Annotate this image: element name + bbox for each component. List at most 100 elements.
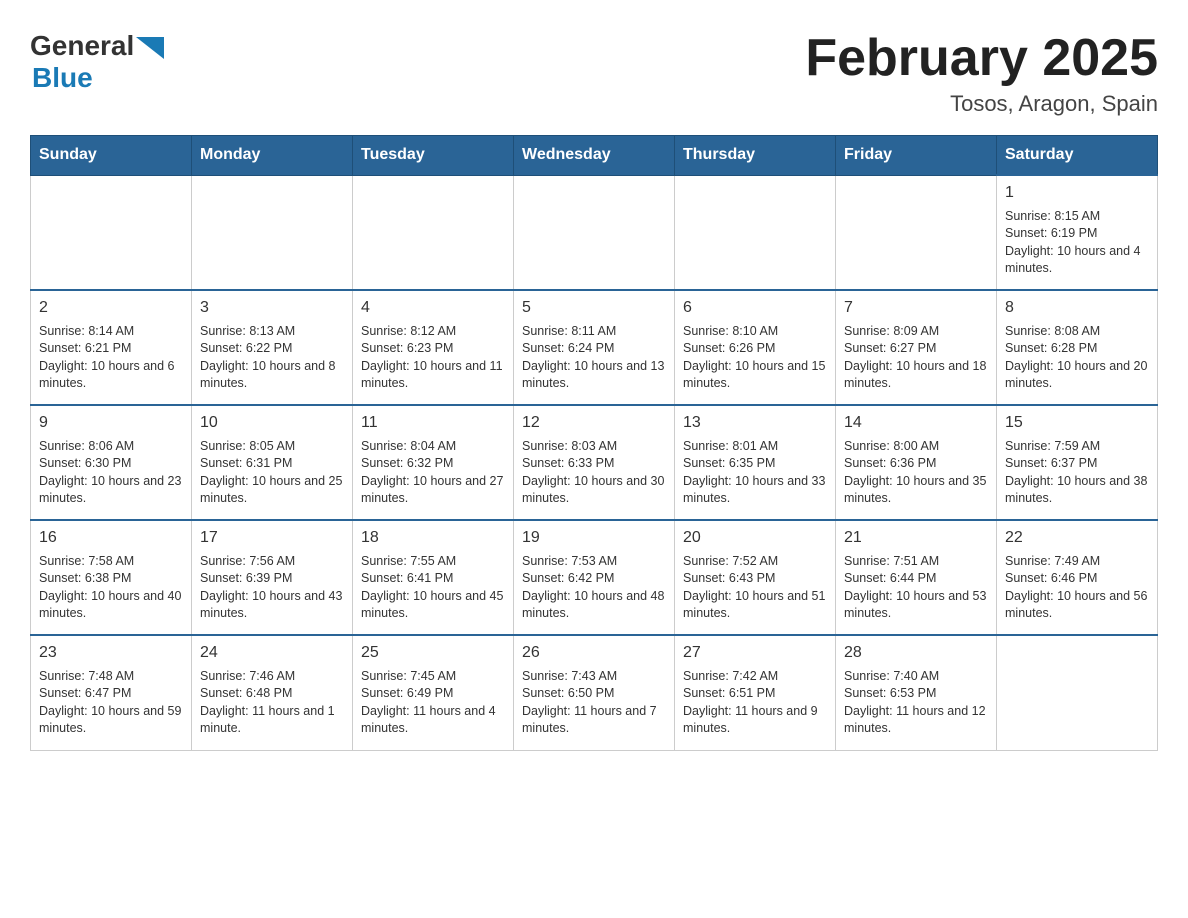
day-info: Sunrise: 7:40 AM Sunset: 6:53 PM Dayligh… bbox=[844, 668, 988, 738]
table-row: 27 Sunrise: 7:42 AM Sunset: 6:51 PM Dayli… bbox=[675, 635, 836, 750]
calendar-week-row: 23 Sunrise: 7:48 AM Sunset: 6:47 PM Dayli… bbox=[31, 635, 1158, 750]
day-number: 14 bbox=[844, 412, 988, 434]
day-info: Sunrise: 7:48 AM Sunset: 6:47 PM Dayligh… bbox=[39, 668, 183, 738]
table-row: 25 Sunrise: 7:45 AM Sunset: 6:49 PM Dayli… bbox=[353, 635, 514, 750]
weekday-header-row: Sunday Monday Tuesday Wednesday Thursday… bbox=[31, 136, 1158, 176]
day-info: Sunrise: 8:13 AM Sunset: 6:22 PM Dayligh… bbox=[200, 323, 344, 393]
table-row bbox=[675, 175, 836, 290]
day-number: 22 bbox=[1005, 527, 1149, 549]
table-row: 1 Sunrise: 8:15 AM Sunset: 6:19 PM Daylig… bbox=[997, 175, 1158, 290]
table-row: 24 Sunrise: 7:46 AM Sunset: 6:48 PM Dayli… bbox=[192, 635, 353, 750]
day-info: Sunrise: 8:12 AM Sunset: 6:23 PM Dayligh… bbox=[361, 323, 505, 393]
day-info: Sunrise: 8:10 AM Sunset: 6:26 PM Dayligh… bbox=[683, 323, 827, 393]
day-number: 16 bbox=[39, 527, 183, 549]
table-row: 19 Sunrise: 7:53 AM Sunset: 6:42 PM Dayli… bbox=[514, 520, 675, 635]
calendar-week-row: 1 Sunrise: 8:15 AM Sunset: 6:19 PM Daylig… bbox=[31, 175, 1158, 290]
day-info: Sunrise: 7:49 AM Sunset: 6:46 PM Dayligh… bbox=[1005, 553, 1149, 623]
table-row: 21Sunrise: 7:51 AM Sunset: 6:44 PM Dayli… bbox=[836, 520, 997, 635]
table-row: 11 Sunrise: 8:04 AM Sunset: 6:32 PM Dayli… bbox=[353, 405, 514, 520]
day-info: Sunrise: 7:46 AM Sunset: 6:48 PM Dayligh… bbox=[200, 668, 344, 738]
day-number: 1 bbox=[1005, 182, 1149, 204]
day-number: 8 bbox=[1005, 297, 1149, 319]
table-row: 4Sunrise: 8:12 AM Sunset: 6:23 PM Daylig… bbox=[353, 290, 514, 405]
header-thursday: Thursday bbox=[675, 136, 836, 176]
day-number: 2 bbox=[39, 297, 183, 319]
header-friday: Friday bbox=[836, 136, 997, 176]
day-number: 26 bbox=[522, 642, 666, 664]
header-sunday: Sunday bbox=[31, 136, 192, 176]
day-info: Sunrise: 7:59 AM Sunset: 6:37 PM Dayligh… bbox=[1005, 438, 1149, 508]
table-row: 14 Sunrise: 8:00 AM Sunset: 6:36 PM Dayli… bbox=[836, 405, 997, 520]
table-row: 2Sunrise: 8:14 AM Sunset: 6:21 PM Daylig… bbox=[31, 290, 192, 405]
table-row: 6 Sunrise: 8:10 AM Sunset: 6:26 PM Daylig… bbox=[675, 290, 836, 405]
table-row: 9 Sunrise: 8:06 AM Sunset: 6:30 PM Daylig… bbox=[31, 405, 192, 520]
header-monday: Monday bbox=[192, 136, 353, 176]
calendar-title: February 2025 bbox=[805, 30, 1158, 87]
day-info: Sunrise: 7:45 AM Sunset: 6:49 PM Dayligh… bbox=[361, 668, 505, 738]
table-row bbox=[514, 175, 675, 290]
day-number: 24 bbox=[200, 642, 344, 664]
day-info: Sunrise: 7:58 AM Sunset: 6:38 PM Dayligh… bbox=[39, 553, 183, 623]
logo-general-text: General bbox=[30, 30, 134, 62]
table-row: 26 Sunrise: 7:43 AM Sunset: 6:50 PM Dayli… bbox=[514, 635, 675, 750]
day-number: 27 bbox=[683, 642, 827, 664]
day-info: Sunrise: 7:43 AM Sunset: 6:50 PM Dayligh… bbox=[522, 668, 666, 738]
day-number: 6 bbox=[683, 297, 827, 319]
table-row: 23 Sunrise: 7:48 AM Sunset: 6:47 PM Dayli… bbox=[31, 635, 192, 750]
table-row bbox=[192, 175, 353, 290]
header-wednesday: Wednesday bbox=[514, 136, 675, 176]
table-row: 28 Sunrise: 7:40 AM Sunset: 6:53 PM Dayli… bbox=[836, 635, 997, 750]
day-info: Sunrise: 8:15 AM Sunset: 6:19 PM Dayligh… bbox=[1005, 208, 1149, 278]
logo-arrow-icon bbox=[136, 37, 164, 59]
day-number: 7 bbox=[844, 297, 988, 319]
table-row: 8Sunrise: 8:08 AM Sunset: 6:28 PM Daylig… bbox=[997, 290, 1158, 405]
day-info: Sunrise: 8:11 AM Sunset: 6:24 PM Dayligh… bbox=[522, 323, 666, 393]
table-row: 22 Sunrise: 7:49 AM Sunset: 6:46 PM Dayli… bbox=[997, 520, 1158, 635]
day-info: Sunrise: 7:42 AM Sunset: 6:51 PM Dayligh… bbox=[683, 668, 827, 738]
day-info: Sunrise: 8:06 AM Sunset: 6:30 PM Dayligh… bbox=[39, 438, 183, 508]
table-row: 12Sunrise: 8:03 AM Sunset: 6:33 PM Dayli… bbox=[514, 405, 675, 520]
day-number: 12 bbox=[522, 412, 666, 434]
day-number: 10 bbox=[200, 412, 344, 434]
day-number: 25 bbox=[361, 642, 505, 664]
day-number: 23 bbox=[39, 642, 183, 664]
day-number: 15 bbox=[1005, 412, 1149, 434]
day-number: 28 bbox=[844, 642, 988, 664]
table-row: 3 Sunrise: 8:13 AM Sunset: 6:22 PM Daylig… bbox=[192, 290, 353, 405]
day-info: Sunrise: 7:52 AM Sunset: 6:43 PM Dayligh… bbox=[683, 553, 827, 623]
day-number: 18 bbox=[361, 527, 505, 549]
table-row bbox=[997, 635, 1158, 750]
day-number: 3 bbox=[200, 297, 344, 319]
day-info: Sunrise: 8:04 AM Sunset: 6:32 PM Dayligh… bbox=[361, 438, 505, 508]
day-number: 13 bbox=[683, 412, 827, 434]
day-info: Sunrise: 7:51 AM Sunset: 6:44 PM Dayligh… bbox=[844, 553, 988, 623]
calendar-week-row: 16 Sunrise: 7:58 AM Sunset: 6:38 PM Dayli… bbox=[31, 520, 1158, 635]
table-row: 15 Sunrise: 7:59 AM Sunset: 6:37 PM Dayli… bbox=[997, 405, 1158, 520]
calendar-table: Sunday Monday Tuesday Wednesday Thursday… bbox=[30, 135, 1158, 751]
page-header: General Blue February 2025 Tosos, Aragon… bbox=[30, 30, 1158, 117]
calendar-subtitle: Tosos, Aragon, Spain bbox=[805, 91, 1158, 117]
table-row: 10Sunrise: 8:05 AM Sunset: 6:31 PM Dayli… bbox=[192, 405, 353, 520]
table-row: 5 Sunrise: 8:11 AM Sunset: 6:24 PM Daylig… bbox=[514, 290, 675, 405]
day-info: Sunrise: 8:01 AM Sunset: 6:35 PM Dayligh… bbox=[683, 438, 827, 508]
day-number: 9 bbox=[39, 412, 183, 434]
day-number: 5 bbox=[522, 297, 666, 319]
table-row bbox=[836, 175, 997, 290]
table-row: 13 Sunrise: 8:01 AM Sunset: 6:35 PM Dayli… bbox=[675, 405, 836, 520]
day-number: 19 bbox=[522, 527, 666, 549]
header-tuesday: Tuesday bbox=[353, 136, 514, 176]
day-number: 11 bbox=[361, 412, 505, 434]
table-row: 7 Sunrise: 8:09 AM Sunset: 6:27 PM Daylig… bbox=[836, 290, 997, 405]
logo: General Blue bbox=[30, 30, 164, 94]
day-info: Sunrise: 8:09 AM Sunset: 6:27 PM Dayligh… bbox=[844, 323, 988, 393]
day-info: Sunrise: 7:56 AM Sunset: 6:39 PM Dayligh… bbox=[200, 553, 344, 623]
table-row: 20Sunrise: 7:52 AM Sunset: 6:43 PM Dayli… bbox=[675, 520, 836, 635]
logo-blue-text: Blue bbox=[32, 62, 93, 93]
day-info: Sunrise: 7:53 AM Sunset: 6:42 PM Dayligh… bbox=[522, 553, 666, 623]
day-info: Sunrise: 8:00 AM Sunset: 6:36 PM Dayligh… bbox=[844, 438, 988, 508]
table-row bbox=[353, 175, 514, 290]
header-saturday: Saturday bbox=[997, 136, 1158, 176]
table-row bbox=[31, 175, 192, 290]
day-info: Sunrise: 7:55 AM Sunset: 6:41 PM Dayligh… bbox=[361, 553, 505, 623]
day-number: 17 bbox=[200, 527, 344, 549]
